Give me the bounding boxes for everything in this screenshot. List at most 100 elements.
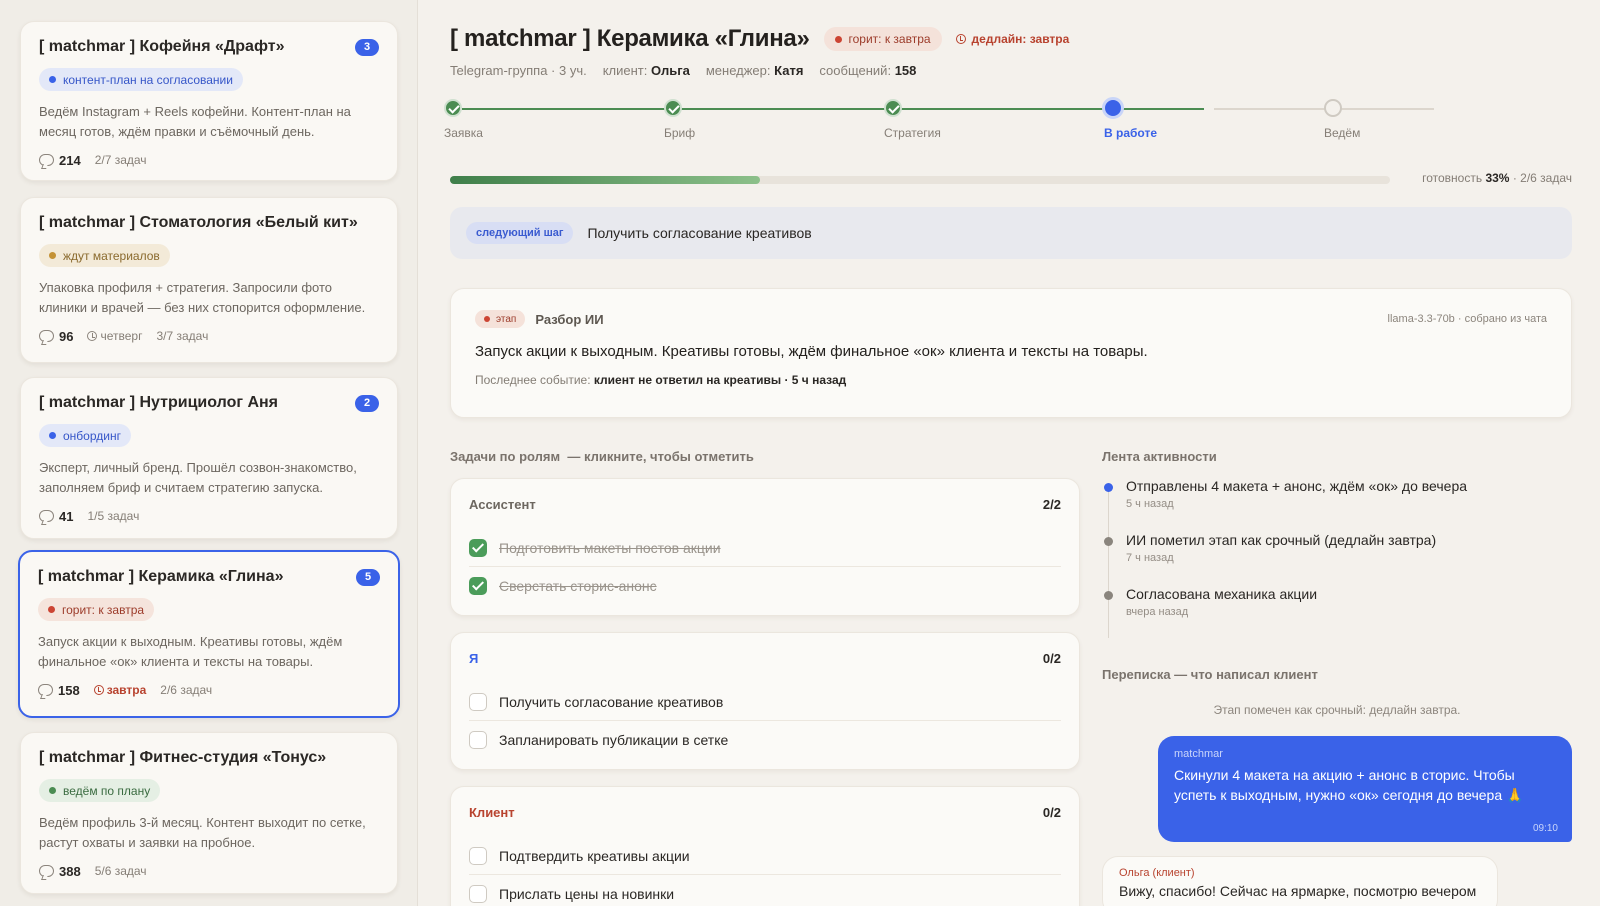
message-count: 214 bbox=[39, 153, 81, 168]
project-card-meta: 158 завтра 2/6 задач bbox=[38, 681, 380, 699]
ai-model-info: llama-3.3-70b · собрано из чата bbox=[1387, 313, 1547, 325]
checkbox-icon[interactable] bbox=[469, 731, 487, 749]
checkbox-checked-icon[interactable] bbox=[469, 538, 487, 557]
project-card-title: [ matchmar ] Фитнес-студия «Тонус» bbox=[39, 749, 327, 766]
project-sidebar: [ matchmar ] Кофейня «Драфт» 3 контент-п… bbox=[0, 0, 418, 906]
activity-feed: Отправлены 4 макета + анонс, ждём «ок» д… bbox=[1102, 478, 1572, 640]
project-card-description: Упаковка профиля + стратегия. Запросили … bbox=[39, 280, 366, 315]
task-item[interactable]: Запланировать публикации в сетке bbox=[469, 721, 1061, 759]
manager-info: менеджер: Катя bbox=[705, 63, 804, 78]
feed-item: Отправлены 4 макета + анонс, ждём «ок» д… bbox=[1102, 478, 1572, 532]
status-badge: ждут материалов bbox=[39, 244, 170, 267]
step-done-icon[interactable] bbox=[444, 99, 462, 117]
feed-item: Согласована механика акции вчера назад bbox=[1102, 586, 1572, 640]
project-detail: [ matchmar ] Керамика «Глина» горит: к з… bbox=[440, 0, 1572, 906]
status-badge: горит: к завтра bbox=[38, 598, 155, 621]
task-group-role: Клиент bbox=[469, 804, 515, 820]
task-item[interactable]: Прислать цены на новинки bbox=[469, 875, 1061, 906]
clock-icon bbox=[955, 34, 966, 44]
next-step-text: Получить согласование креативов bbox=[587, 225, 812, 241]
task-count: 2/6 задач bbox=[160, 683, 213, 697]
chat-bubble-icon bbox=[39, 154, 54, 166]
message-text: Вижу, спасибо! Сейчас на ярмарке, посмот… bbox=[1119, 883, 1477, 899]
project-card-description: Эксперт, личный бренд. Прошёл созвон-зна… bbox=[39, 460, 357, 495]
status-dot-icon bbox=[484, 316, 490, 322]
activity-feed-title: Лента активности bbox=[1102, 449, 1217, 464]
message-count: 388 bbox=[39, 864, 81, 879]
step-current-icon[interactable] bbox=[1102, 97, 1124, 119]
unread-badge: 3 bbox=[355, 38, 379, 56]
step-done-icon[interactable] bbox=[664, 99, 682, 117]
project-card-glina[interactable]: [ matchmar ] Керамика «Глина» 5 горит: к… bbox=[18, 550, 400, 718]
project-meta: Telegram-группа · 3 уч. клиент: Ольга ме… bbox=[450, 63, 916, 78]
project-card-description: Ведём Instagram + Reels кофейни. Контент… bbox=[39, 104, 351, 139]
task-group-count: 2/2 bbox=[1042, 496, 1061, 512]
timeline-dot-icon bbox=[1104, 537, 1113, 546]
message-count: 158 bbox=[38, 683, 80, 698]
pipeline-stepper: Заявка Бриф Стратегия В работе Ведём bbox=[440, 97, 1572, 147]
ai-summary: Запуск акции к выходным. Креативы готовы… bbox=[475, 343, 1148, 360]
step-todo-icon[interactable] bbox=[1324, 99, 1342, 117]
task-count: 1/5 задач bbox=[87, 509, 140, 523]
readiness-progress-bar bbox=[450, 176, 1390, 184]
system-message: Этап помечен как срочный: дедлайн завтра… bbox=[1213, 703, 1461, 717]
status-badge: контент-план на согласовании bbox=[39, 68, 243, 91]
due-date: четверг bbox=[87, 329, 142, 343]
checkbox-icon[interactable] bbox=[469, 846, 487, 865]
task-count: 3/7 задач bbox=[156, 329, 209, 343]
timeline-dot-icon bbox=[1104, 483, 1113, 492]
readiness-label: готовность 33% · 2/6 задач bbox=[1422, 171, 1572, 185]
outgoing-message: matchmar Скинули 4 макета на акцию + ано… bbox=[1158, 736, 1572, 842]
chat-bubble-icon bbox=[39, 865, 54, 877]
stepper-line-done bbox=[462, 108, 1204, 110]
project-card-tonus[interactable]: [ matchmar ] Фитнес-студия «Тонус» ведём… bbox=[20, 732, 398, 894]
due-date: завтра bbox=[93, 683, 146, 697]
message-count: 96 bbox=[39, 329, 73, 344]
checkbox-checked-icon[interactable] bbox=[469, 577, 487, 595]
checkbox-icon[interactable] bbox=[469, 885, 487, 903]
project-card-draft[interactable]: [ matchmar ] Кофейня «Драфт» 3 контент-п… bbox=[20, 21, 398, 181]
deadline-label: дедлайн: завтра bbox=[955, 32, 1069, 46]
chat-section-title: Переписка — что написал клиент bbox=[1102, 667, 1318, 682]
task-group-me: Я 0/2 Получить согласование креативов За… bbox=[450, 632, 1080, 770]
incoming-message: Ольга (клиент) Вижу, спасибо! Сейчас на … bbox=[1102, 856, 1498, 906]
message-author: Ольга (клиент) bbox=[1119, 867, 1195, 879]
task-group-role: Я bbox=[469, 650, 479, 666]
chat-bubble-icon bbox=[39, 510, 54, 522]
step-done-icon[interactable] bbox=[884, 99, 902, 117]
status-badge: ведём по плану bbox=[39, 779, 161, 802]
project-card-belyi-kit[interactable]: [ matchmar ] Стоматология «Белый кит» жд… bbox=[20, 197, 398, 363]
project-card-title: [ matchmar ] Керамика «Глина» bbox=[38, 568, 284, 585]
status-badge: горит: к завтра bbox=[823, 27, 942, 51]
last-event: Последнее событие: клиент не ответил на … bbox=[475, 373, 847, 387]
step-label-application: Заявка bbox=[444, 126, 483, 140]
feed-item: ИИ пометил этап как срочный (дедлайн зав… bbox=[1102, 532, 1572, 586]
task-count: 2/7 задач bbox=[94, 153, 147, 167]
task-group-count: 0/2 bbox=[1042, 804, 1061, 820]
project-card-description: Запуск акции к выходным. Креативы готовы… bbox=[38, 634, 343, 669]
step-label-running: Ведём bbox=[1324, 126, 1361, 140]
project-header: [ matchmar ] Керамика «Глина» горит: к з… bbox=[450, 25, 1069, 53]
task-item[interactable]: Сверстать сторис-анонс bbox=[469, 567, 1061, 605]
task-item[interactable]: Получить согласование креативов bbox=[469, 683, 1061, 721]
status-dot-icon bbox=[49, 252, 56, 259]
project-card-description: Ведём профиль 3-й месяц. Контент выходит… bbox=[39, 815, 366, 850]
project-card-title: [ matchmar ] Нутрициолог Аня bbox=[39, 394, 278, 411]
ai-analysis-label: Разбор ИИ bbox=[535, 311, 604, 327]
message-time: 09:10 bbox=[1532, 823, 1558, 834]
task-item[interactable]: Подтвердить креативы акции bbox=[469, 837, 1061, 875]
checkbox-icon[interactable] bbox=[469, 692, 487, 711]
task-group-role: Ассистент bbox=[469, 496, 536, 512]
task-group-assistant: Ассистент 2/2 Подготовить макеты постов … bbox=[450, 478, 1080, 616]
client-info: клиент: Ольга bbox=[602, 63, 690, 78]
status-dot-icon bbox=[49, 432, 56, 439]
project-card-meta: 41 1/5 задач bbox=[39, 507, 379, 525]
project-card-title: [ matchmar ] Стоматология «Белый кит» bbox=[39, 214, 358, 231]
status-dot-icon bbox=[48, 606, 55, 613]
project-card-nutritionist[interactable]: [ matchmar ] Нутрициолог Аня 2 онбординг… bbox=[20, 377, 398, 539]
step-label-brief: Бриф bbox=[664, 126, 696, 140]
chat-bubble-icon bbox=[39, 330, 54, 342]
status-badge: онбординг bbox=[39, 424, 131, 447]
project-card-title: [ matchmar ] Кофейня «Драфт» bbox=[39, 38, 285, 55]
task-item[interactable]: Подготовить макеты постов акции bbox=[469, 529, 1061, 567]
